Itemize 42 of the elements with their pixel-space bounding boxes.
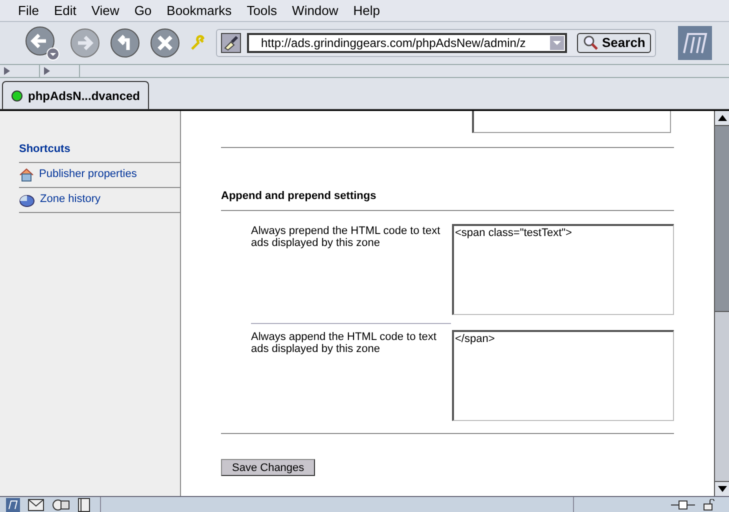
field-label: Always append the HTML code to text ads displayed by this zone [251, 330, 438, 356]
triangle-icon [4, 67, 10, 75]
search-icon [583, 35, 599, 51]
reload-icon[interactable] [110, 28, 140, 58]
house-icon [19, 167, 34, 182]
logo-icon[interactable] [6, 498, 20, 512]
text-area[interactable]: <span class="testText"> [452, 224, 674, 314]
menu-item[interactable]: View [91, 0, 120, 20]
triangle-icon [44, 67, 50, 75]
text-area[interactable] [472, 111, 671, 133]
brush-icon[interactable] [221, 33, 241, 53]
menu-item[interactable]: Help [353, 0, 380, 20]
chat-icon[interactable] [52, 498, 70, 512]
field-label: Always prepend the HTML code to text ads displayed by this zone [251, 224, 442, 250]
connection-icon [671, 500, 695, 510]
tab[interactable]: phpAdsN...dvanced [2, 81, 150, 109]
menu-item[interactable]: Edit [54, 0, 76, 20]
down-arrow-icon [718, 486, 726, 492]
up-arrow-icon [718, 115, 726, 121]
forward-icon[interactable] [70, 28, 100, 58]
sidebar-link[interactable]: Zone history [40, 191, 101, 208]
menu-item[interactable]: File [18, 0, 39, 20]
scrollbar[interactable] [714, 111, 729, 496]
search-button[interactable]: Search [577, 33, 652, 53]
save-changes-button[interactable]: Save Changes [221, 458, 316, 476]
back-icon[interactable] [24, 25, 60, 61]
section-title: Append and prepend settings [221, 188, 674, 210]
menu-item[interactable]: Go [134, 0, 152, 20]
menu-item[interactable]: Bookmarks [166, 0, 232, 20]
sidebar-link[interactable]: Publisher properties [39, 166, 137, 183]
padlock-icon [703, 498, 715, 510]
sidebar-heading: Shortcuts [19, 141, 180, 162]
text-area[interactable]: </span> [452, 330, 674, 420]
url-field[interactable]: http://ads.grindinggears.com/phpAdsNew/admin/z [247, 33, 567, 53]
mail-icon[interactable] [28, 498, 44, 510]
status-dot-icon [11, 90, 23, 102]
pie-chart-icon [19, 192, 35, 206]
notebook-icon[interactable] [78, 498, 90, 512]
stop-icon[interactable] [150, 28, 180, 58]
logo-icon[interactable] [678, 26, 712, 60]
menu-item[interactable]: Window [292, 0, 338, 20]
menu-item[interactable]: Tools [246, 0, 278, 20]
